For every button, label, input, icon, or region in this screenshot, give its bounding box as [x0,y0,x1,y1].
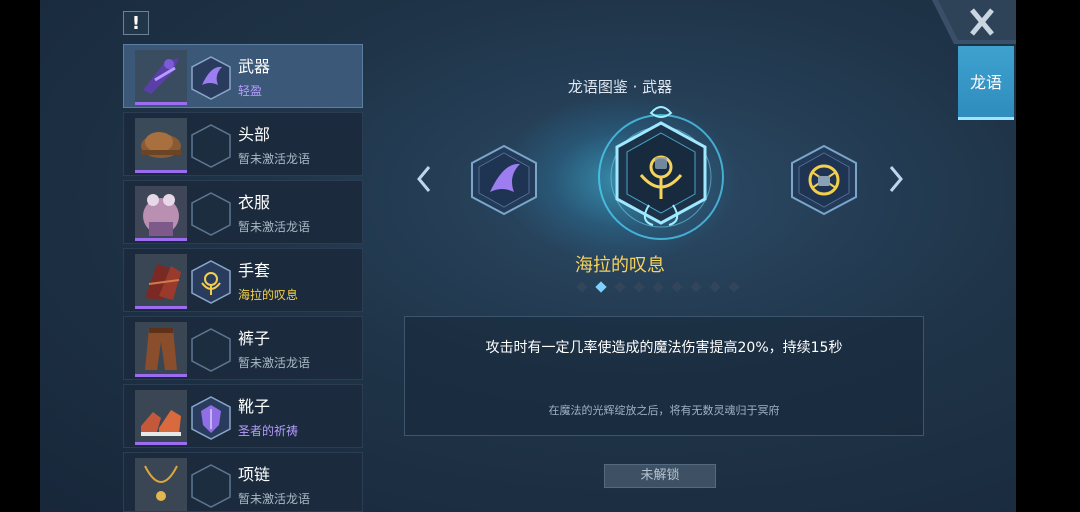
pants-thumbnail [135,322,187,377]
item-name: 武器 [238,57,271,76]
item-name: 项链 [238,465,271,484]
list-item-head[interactable]: 头部 暂未激活龙语 [123,112,363,176]
emblem-name: 海拉的叹息 [575,255,665,276]
item-status: 海拉的叹息 [238,288,299,302]
tab-dragon-language[interactable]: 龙语 [958,46,1014,120]
alert-icon: ! [131,12,141,34]
alert-button[interactable]: ! [123,11,149,35]
item-name: 手套 [238,261,271,280]
purple-shield-emblem-icon [191,396,231,440]
list-item-weapon[interactable]: 武器 轻盈 [123,44,363,108]
prev-arrow-icon[interactable] [414,164,434,194]
unlock-button[interactable]: 未解锁 [604,464,716,488]
next-arrow-icon[interactable] [886,164,906,194]
lore-text: 在魔法的光辉绽放之后，将有无数灵魂归于冥府 [548,404,780,417]
screen-edge [1016,0,1080,512]
list-item-boots[interactable]: 靴子 圣者的祈祷 [123,384,363,448]
purple-wing-emblem-icon [191,56,231,100]
head-thumbnail [135,118,187,173]
item-name: 衣服 [238,193,271,212]
item-status: 暂未激活龙语 [238,152,311,166]
item-name: 头部 [238,125,271,144]
boots-thumbnail [135,390,187,445]
empty-hex-icon [191,464,231,508]
item-status: 暂未激活龙语 [238,356,311,370]
weapon-thumbnail [135,50,187,105]
list-item-necklace[interactable]: 项链 暂未激活龙语 [123,452,363,512]
list-item-clothes[interactable]: 衣服 暂未激活龙语 [123,180,363,244]
selected-emblem-icon [598,106,724,240]
item-status: 轻盈 [238,84,263,98]
item-status: 暂未激活龙语 [238,492,311,506]
gold-hela-emblem-icon [191,260,231,304]
empty-hex-icon [191,328,231,372]
item-status: 圣者的祈祷 [238,424,299,438]
description-panel: 攻击时有一定几率使造成的魔法伤害提高20%，持续15秒 在魔法的光辉绽放之后，将… [404,316,924,436]
page-title: 龙语图鉴 · 武器 [567,78,673,96]
item-name: 裤子 [238,329,271,348]
next-emblem-icon[interactable] [790,144,858,216]
item-name: 靴子 [238,397,271,416]
empty-hex-icon [191,124,231,168]
item-status: 暂未激活龙语 [238,220,311,234]
prev-emblem-icon[interactable] [470,144,538,216]
clothes-thumbnail [135,186,187,241]
close-icon[interactable] [932,0,1016,44]
gloves-thumbnail [135,254,187,309]
empty-hex-icon [191,192,231,236]
effect-text: 攻击时有一定几率使造成的魔法伤害提高20%，持续15秒 [485,340,843,356]
list-item-pants[interactable]: 裤子 暂未激活龙语 [123,316,363,380]
list-item-gloves[interactable]: 手套 海拉的叹息 [123,248,363,312]
necklace-thumbnail [135,458,187,511]
